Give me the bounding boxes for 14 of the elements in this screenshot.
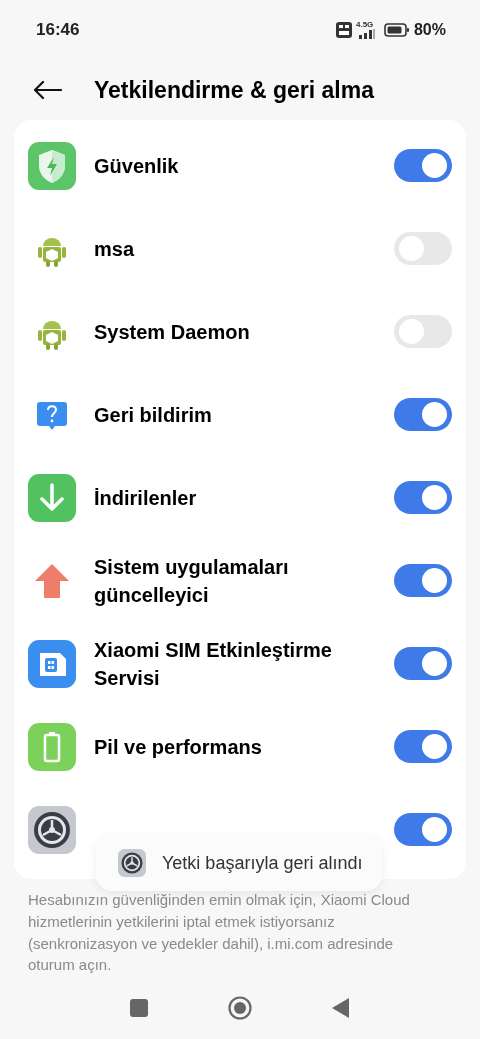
app-name: Pil ve performans xyxy=(94,734,263,760)
app-name: İndirilenler xyxy=(94,485,198,511)
app-name: msa xyxy=(94,236,136,262)
info-text: Hesabınızın güvenliğinden emin olmak için, Xiaomi Cloud hizmetlerinin yetkilerini iptal etmek istiyorsanız (senkronizasyon ve yedekler dahil), i.mi.com adresinde oturum açın. xyxy=(27,890,411,976)
app-name: Xiaomi SIM Etkinleştirme Servisi xyxy=(94,637,333,691)
clock-time: 16:46 xyxy=(36,19,80,42)
app-name: Güvenlik xyxy=(94,153,180,179)
toast-message: Yetki başarıyla geri alındı xyxy=(162,851,363,875)
page-title: Yetkilendirme & geri alma xyxy=(94,75,374,105)
network-type: 4.5G xyxy=(355,21,374,29)
app-name: Sistem uygulamaları güncelleyici xyxy=(94,554,290,608)
battery-percent: 80% xyxy=(413,20,446,40)
app-name: System Daemon xyxy=(94,319,251,345)
app-name: Geri bildirim xyxy=(94,402,213,428)
